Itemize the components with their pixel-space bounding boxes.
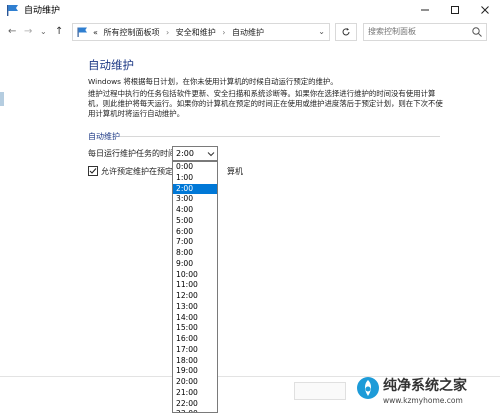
close-icon: [481, 6, 489, 14]
minimize-icon: [421, 9, 429, 11]
ok-button[interactable]: [294, 382, 346, 400]
breadcrumb-overflow[interactable]: «: [93, 28, 98, 37]
time-option[interactable]: 0:00: [173, 162, 217, 173]
time-option[interactable]: 11:00: [173, 280, 217, 291]
breadcrumb-security-maintenance[interactable]: 安全和维护: [176, 28, 216, 37]
time-option[interactable]: 3:00: [173, 194, 217, 205]
time-option[interactable]: 8:00: [173, 248, 217, 259]
time-option[interactable]: 6:00: [173, 227, 217, 238]
refresh-icon: [342, 28, 350, 36]
section-divider: [120, 136, 440, 137]
intro-text: Windows 将根据每日计划，在你未使用计算机的时候自动运行预定的维护。: [88, 77, 338, 86]
watermark-logo-icon: [357, 377, 379, 399]
address-bar[interactable]: « 所有控制面板项 › 安全和维护 › 自动维护 ⌄: [72, 23, 330, 41]
watermark-title: 纯净系统之家: [383, 378, 467, 394]
time-option[interactable]: 19:00: [173, 366, 217, 377]
maintenance-time-value: 2:00: [176, 149, 194, 158]
time-option[interactable]: 15:00: [173, 323, 217, 334]
time-option[interactable]: 4:00: [173, 205, 217, 216]
breadcrumb-separator[interactable]: ›: [222, 28, 225, 37]
description-text: 维护过程中执行的任务包括软件更新、安全扫描和系统诊断等。如果你在选择进行维护的时…: [88, 89, 443, 118]
allow-wake-label-right: 算机: [227, 167, 243, 176]
time-option[interactable]: 1:00: [173, 173, 217, 184]
maintenance-time-select[interactable]: 2:00: [172, 146, 218, 161]
watermark-url: www.kzmyhome.com: [383, 396, 463, 405]
search-input[interactable]: [364, 24, 468, 36]
time-option[interactable]: 23:00: [173, 409, 217, 412]
time-option[interactable]: 20:00: [173, 377, 217, 388]
maximize-button[interactable]: [440, 0, 470, 20]
maintenance-time-options[interactable]: 0:00 1:00 2:00 3:00 4:00 5:00 6:00 7:00 8:00 9:00…: [172, 161, 218, 413]
section-title: 自动维护: [88, 132, 120, 141]
time-option[interactable]: 14:00: [173, 313, 217, 324]
chevron-down-icon: [207, 152, 215, 157]
address-dropdown[interactable]: ⌄: [318, 27, 325, 36]
allow-wake-label-left: 允许预定维护在预定时: [101, 167, 181, 176]
time-option[interactable]: 2:00: [173, 183, 217, 195]
time-option[interactable]: 22:00: [173, 399, 217, 410]
navigation-bar: ← → ⌄ ↑ « 所有控制面板项 › 安全和维护 › 自动维护 ⌄: [0, 20, 500, 46]
search-icon: [472, 27, 482, 37]
window-title: 自动维护: [24, 6, 61, 16]
control-panel-flag-icon: [77, 27, 87, 37]
close-button[interactable]: [470, 0, 500, 20]
page-title: 自动维护: [88, 58, 134, 72]
checkmark-icon: [89, 168, 97, 174]
recent-locations-dropdown[interactable]: ⌄: [40, 27, 47, 36]
maintenance-time-label: 每日运行维护任务的时间: [88, 149, 176, 158]
time-option[interactable]: 5:00: [173, 216, 217, 227]
minimize-button[interactable]: [410, 0, 440, 20]
back-button[interactable]: ←: [8, 26, 16, 37]
allow-wake-checkbox[interactable]: [88, 166, 98, 176]
watermark: 纯净系统之家 www.kzmyhome.com: [356, 372, 496, 408]
breadcrumb: « 所有控制面板项 › 安全和维护 › 自动维护: [93, 27, 264, 38]
time-option[interactable]: 21:00: [173, 388, 217, 399]
refresh-button[interactable]: [335, 23, 357, 41]
control-panel-window: 自动维护 ← → ⌄ ↑ « 所有控制面板项 › 安全和维护 › 自动维护 ⌄ …: [0, 0, 500, 413]
time-option[interactable]: 10:00: [173, 270, 217, 281]
time-option[interactable]: 9:00: [173, 259, 217, 270]
maximize-icon: [451, 6, 459, 14]
breadcrumb-separator[interactable]: ›: [166, 28, 169, 37]
breadcrumb-all-items[interactable]: 所有控制面板项: [103, 28, 159, 37]
time-option[interactable]: 18:00: [173, 356, 217, 367]
time-option[interactable]: 13:00: [173, 302, 217, 313]
time-option[interactable]: 7:00: [173, 237, 217, 248]
control-panel-flag-icon: [7, 5, 18, 16]
title-bar: 自动维护: [0, 0, 500, 20]
search-box[interactable]: [363, 23, 487, 41]
time-option[interactable]: 16:00: [173, 334, 217, 345]
time-option[interactable]: 12:00: [173, 291, 217, 302]
breadcrumb-auto-maintenance[interactable]: 自动维护: [232, 28, 264, 37]
up-button[interactable]: ↑: [55, 26, 63, 37]
forward-button[interactable]: →: [24, 26, 32, 37]
main-content: 自动维护 Windows 将根据每日计划，在你未使用计算机的时候自动运行预定的维…: [0, 46, 500, 376]
time-option[interactable]: 17:00: [173, 345, 217, 356]
